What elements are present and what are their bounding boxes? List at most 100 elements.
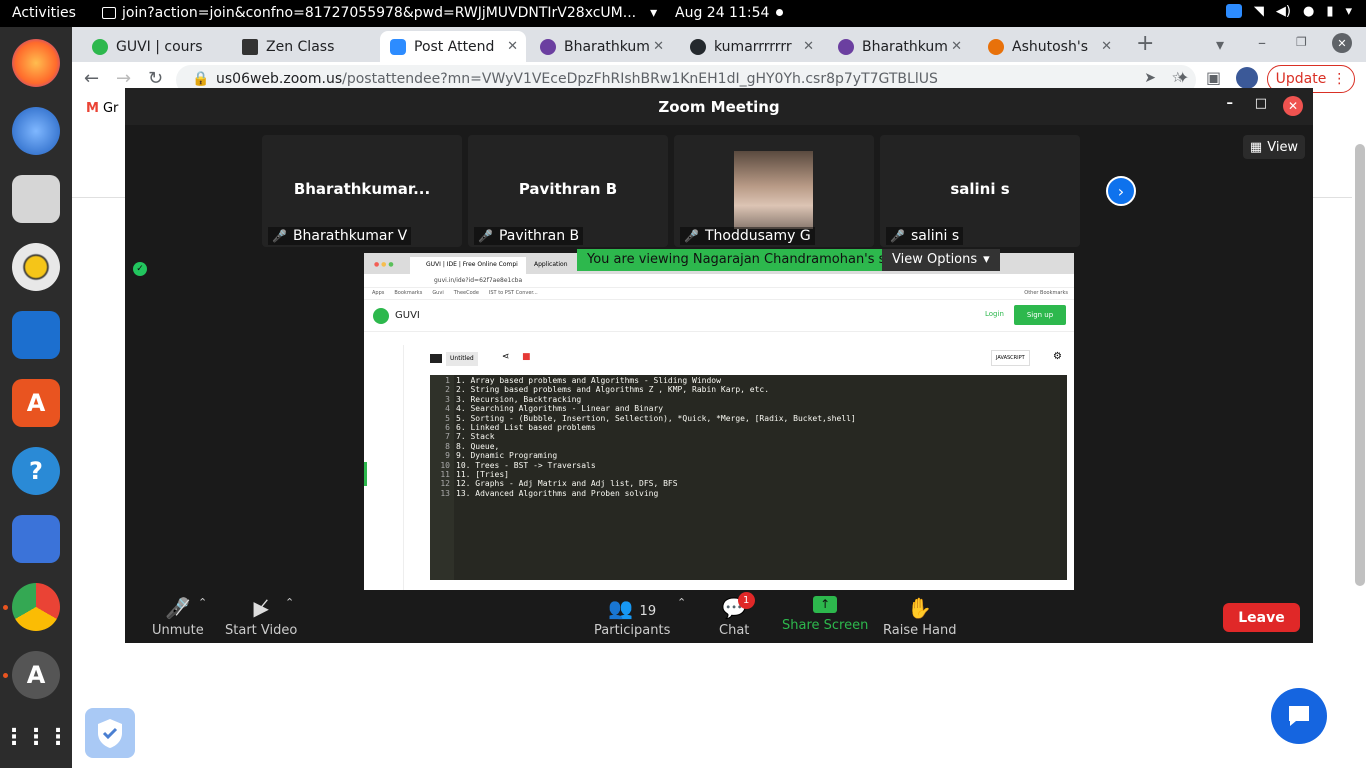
window-title-text: join?action=join&confno=81727055978&pwd=… bbox=[122, 5, 637, 21]
participants-button[interactable]: 👥 19 Participants bbox=[594, 596, 670, 638]
firefox-icon[interactable] bbox=[12, 39, 60, 87]
ide-sidebar bbox=[364, 345, 404, 590]
guvi-header: GUVI Login Sign up bbox=[364, 300, 1074, 332]
close-tab-icon[interactable]: ✕ bbox=[951, 39, 962, 54]
show-applications-icon[interactable]: ⋮⋮⋮ bbox=[3, 713, 69, 761]
guvi-signup: Sign up bbox=[1014, 305, 1066, 325]
tab-label: GUVI | cours bbox=[116, 38, 203, 55]
thunderbird-icon[interactable] bbox=[12, 107, 60, 155]
maximize-icon[interactable]: ❐ bbox=[1296, 35, 1307, 49]
clock[interactable]: Aug 24 11:54 bbox=[675, 5, 769, 21]
code-text: 9. Dynamic Programing bbox=[456, 451, 558, 461]
maximize-icon[interactable]: □ bbox=[1255, 96, 1267, 111]
unmute-button[interactable]: 🎤̸ Unmute bbox=[152, 596, 204, 638]
new-tab-icon[interactable]: + bbox=[1136, 31, 1154, 56]
close-icon[interactable]: ✕ bbox=[1283, 96, 1303, 116]
participant-label: 🎤 Thoddusamy G bbox=[680, 227, 815, 245]
participants-label: Participants bbox=[594, 623, 671, 638]
running-indicator bbox=[3, 605, 8, 610]
tab-kumarrrr[interactable]: kumarrrrrrr ✕ bbox=[680, 31, 822, 62]
raise-hand-button[interactable]: ✋ Raise Hand bbox=[883, 596, 956, 638]
page-scrollbar[interactable] bbox=[1355, 144, 1365, 586]
send-icon[interactable]: ➤ bbox=[1144, 70, 1156, 86]
participant-tile[interactable]: salini s 🎤 salini s bbox=[880, 135, 1080, 247]
security-shield-icon[interactable] bbox=[85, 708, 135, 758]
update-label: Update bbox=[1275, 71, 1327, 87]
system-tray[interactable]: ◥ ◀) ● ▮ ▾ bbox=[1225, 4, 1352, 19]
sidebar-icon[interactable]: ▣ bbox=[1206, 68, 1221, 87]
code-text: 6. Linked List based problems bbox=[456, 422, 596, 432]
participant-tile[interactable]: Bharathkumar... 🎤 Bharathkumar V bbox=[262, 135, 462, 247]
extensions-icon[interactable]: ✦ bbox=[1176, 68, 1189, 87]
close-tab-icon[interactable]: ✕ bbox=[507, 39, 518, 54]
profile-avatar[interactable] bbox=[1236, 67, 1258, 89]
tab-ashutosh[interactable]: Ashutosh's ✕ bbox=[978, 31, 1120, 62]
chat-widget-icon[interactable] bbox=[1271, 688, 1327, 744]
code-line: 9 9. Dynamic Programing bbox=[430, 451, 1067, 460]
tab-zen-class[interactable]: Zen Class bbox=[232, 31, 380, 62]
software-center-icon[interactable]: A bbox=[12, 379, 60, 427]
audio-options-chevron-icon[interactable]: ⌃ bbox=[198, 596, 207, 609]
url-host: us06web.zoom.us bbox=[216, 71, 343, 87]
reload-icon[interactable]: ↻ bbox=[148, 68, 163, 89]
activities-button[interactable]: Activities bbox=[12, 5, 76, 21]
view-options-button[interactable]: View Options ▾ bbox=[882, 249, 1000, 271]
tab-guvi-course[interactable]: GUVI | cours bbox=[82, 31, 230, 62]
share-screen-button[interactable]: ↑ Share Screen bbox=[782, 596, 868, 633]
gmail-bookmark[interactable]: M Gr bbox=[86, 101, 118, 116]
muted-mic-icon: 🎤 bbox=[478, 229, 493, 243]
leave-button[interactable]: Leave bbox=[1223, 603, 1300, 632]
participant-label: 🎤 Bharathkumar V bbox=[268, 227, 412, 245]
zoom-titlebar: Zoom Meeting – □ ✕ bbox=[125, 88, 1313, 125]
chrome-window-icon bbox=[102, 7, 116, 19]
participant-name: Bharathkumar V bbox=[292, 228, 408, 244]
system-top-bar: Activities join?action=join&confno=81727… bbox=[0, 0, 1366, 27]
share-icon: ⋖ bbox=[502, 352, 510, 362]
close-tab-icon[interactable]: ✕ bbox=[803, 39, 814, 54]
close-tab-icon[interactable]: ✕ bbox=[653, 39, 664, 54]
wifi-icon: ◥ bbox=[1253, 4, 1264, 19]
focused-window-title[interactable]: join?action=join&confno=81727055978&pwd=… bbox=[102, 5, 657, 21]
zoom-app-icon[interactable]: A bbox=[12, 651, 60, 699]
line-number: 2 bbox=[445, 385, 450, 395]
writer-icon[interactable] bbox=[12, 311, 60, 359]
participants-chevron-icon[interactable]: ⌃ bbox=[677, 596, 686, 609]
minimize-icon[interactable]: – bbox=[1258, 33, 1266, 52]
forward-icon[interactable]: → bbox=[116, 68, 131, 89]
code-line: 5 5. Sorting - (Bubble, Insertion, Sellec… bbox=[430, 414, 1067, 423]
chrome-icon[interactable] bbox=[12, 583, 60, 631]
next-page-arrow-icon[interactable]: › bbox=[1106, 176, 1136, 206]
help-icon[interactable]: ? bbox=[12, 447, 60, 495]
files-icon[interactable] bbox=[12, 175, 60, 223]
dock: A ? A ⋮⋮⋮ bbox=[0, 27, 72, 768]
participant-tile[interactable]: 🎤 Thoddusamy G bbox=[674, 135, 874, 247]
gmail-icon: M bbox=[86, 101, 99, 116]
rhythmbox-icon[interactable] bbox=[12, 243, 60, 291]
close-tab-icon[interactable]: ✕ bbox=[1101, 39, 1112, 54]
tab-post-attendee[interactable]: Post Attend ✕ bbox=[380, 31, 526, 62]
tab-search-icon[interactable]: ▾ bbox=[1216, 35, 1224, 54]
line-number: 11 bbox=[440, 469, 450, 479]
participant-tile[interactable]: Pavithran B 🎤 Pavithran B bbox=[468, 135, 668, 247]
guvi-logo-icon bbox=[373, 308, 389, 324]
line-number: 7 bbox=[445, 432, 450, 442]
line-number: 3 bbox=[445, 394, 450, 404]
line-number: 8 bbox=[445, 441, 450, 451]
screenshot-icon[interactable] bbox=[12, 515, 60, 563]
close-window-icon[interactable]: ✕ bbox=[1332, 33, 1352, 53]
start-video-label: Start Video bbox=[225, 623, 298, 638]
chat-button[interactable]: 💬 1 Chat bbox=[719, 592, 755, 638]
chevron-down-icon: ▾ bbox=[983, 252, 990, 267]
view-button[interactable]: ▦ View bbox=[1243, 135, 1305, 159]
chat-badge: 1 bbox=[737, 592, 755, 609]
back-icon[interactable]: ← bbox=[84, 68, 99, 89]
muted-mic-icon: 🎤 bbox=[272, 229, 287, 243]
minimize-icon[interactable]: – bbox=[1227, 96, 1234, 111]
code-line: 6 6. Linked List based problems bbox=[430, 423, 1067, 432]
tab-bharathkumar-2[interactable]: Bharathkum ✕ bbox=[828, 31, 970, 62]
line-number: 4 bbox=[445, 404, 450, 414]
tab-bharathkumar-1[interactable]: Bharathkum ✕ bbox=[530, 31, 672, 62]
encryption-shield-icon[interactable]: ✓ bbox=[133, 262, 147, 276]
share-screen-icon: ↑ bbox=[813, 596, 838, 613]
video-options-chevron-icon[interactable]: ⌃ bbox=[285, 596, 294, 609]
